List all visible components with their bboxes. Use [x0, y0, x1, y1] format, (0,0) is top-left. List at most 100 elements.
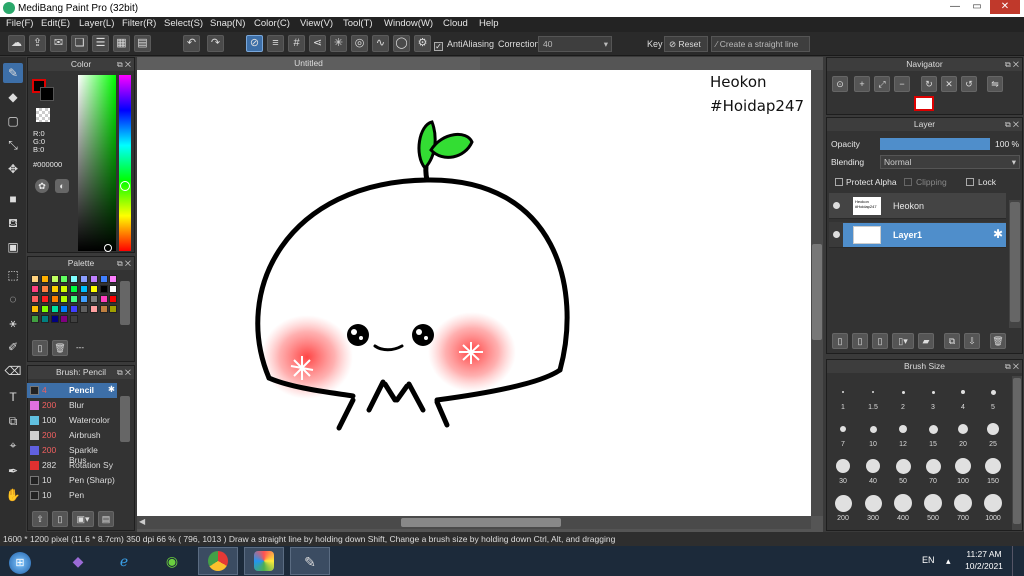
internet-explorer-icon[interactable]: ℯ	[104, 547, 144, 575]
chrome-taskbar-icon[interactable]	[198, 547, 238, 575]
zoom-icon[interactable]: ⊙	[832, 76, 848, 92]
color-picker-handle[interactable]	[104, 244, 112, 252]
palette-swatch[interactable]	[80, 295, 88, 303]
undo-icon[interactable]: ↶	[183, 35, 200, 52]
fill-rect-tool-icon[interactable]: ■	[3, 189, 23, 209]
duplicate-layer-icon[interactable]: ⧉	[944, 333, 960, 349]
brush-size-option[interactable]: 12	[888, 417, 918, 453]
palette-swatch[interactable]	[109, 305, 118, 313]
brush-size-option[interactable]: 150	[978, 454, 1008, 490]
palette-swatch[interactable]	[60, 295, 69, 303]
palette-swatch[interactable]	[50, 295, 59, 303]
brush-size-option[interactable]: 70	[918, 454, 948, 490]
brush-row-pencil[interactable]: 4 Pencil ✱	[27, 383, 117, 398]
layer-list-scrollbar[interactable]	[1009, 200, 1021, 328]
merge-layer-icon[interactable]: ⇩	[964, 333, 980, 349]
saturation-value-picker[interactable]	[78, 75, 116, 251]
brush-size-option[interactable]: 1000	[978, 491, 1008, 527]
layer-row[interactable]: Layer1 ✱	[829, 222, 1006, 248]
new-brush-icon[interactable]: ▯	[52, 511, 68, 527]
hue-slider-handle[interactable]	[120, 181, 130, 191]
clock[interactable]: 11:27 AM 10/2/2021	[962, 548, 1006, 572]
palette-swatch[interactable]	[60, 275, 69, 283]
comment-icon[interactable]: ✉	[50, 35, 67, 52]
flip-icon[interactable]: ⇋	[987, 76, 1003, 92]
palette-swatch[interactable]	[89, 285, 98, 293]
palette-swatch[interactable]	[50, 285, 59, 293]
brush-size-option[interactable]: 30	[828, 454, 858, 490]
palette-swatch[interactable]	[31, 305, 39, 313]
brush-row-sparkle[interactable]: 200 Sparkle Brus	[27, 443, 117, 465]
palette-scrollbar[interactable]	[120, 281, 130, 325]
lock-checkbox[interactable]	[966, 178, 974, 186]
move-tool-icon[interactable]: ✥	[3, 159, 23, 179]
grid-icon[interactable]: ▦	[113, 35, 130, 52]
palette-icon[interactable]: ✿	[35, 179, 49, 193]
brush-row-pen[interactable]: 10 Pen	[27, 488, 117, 503]
palette-swatch[interactable]	[50, 275, 59, 283]
visibility-icon[interactable]	[833, 231, 840, 238]
palette-swatch[interactable]	[50, 305, 59, 313]
brush-size-scrollbar[interactable]	[1012, 376, 1022, 530]
antialiasing-checkbox[interactable]: ✓	[434, 42, 443, 51]
cloud-icon[interactable]: ☁	[8, 35, 25, 52]
menu-select[interactable]: Select(S)	[164, 18, 203, 29]
panel-controls-icon[interactable]: ⧉ ✕	[117, 257, 131, 270]
brush-size-option[interactable]: 400	[888, 491, 918, 527]
brush-list-scrollbar[interactable]	[120, 396, 130, 442]
panel-controls-icon[interactable]: ⧉ ✕	[1005, 58, 1019, 71]
palette-swatch[interactable]	[99, 295, 108, 303]
perspective-snap-icon[interactable]: ⋖	[309, 35, 326, 52]
brush-size-option[interactable]: 7	[828, 417, 858, 453]
radial-snap-icon[interactable]: ✳	[330, 35, 347, 52]
blending-select[interactable]: Normal ▾	[880, 155, 1020, 169]
menu-filter[interactable]: Filter(R)	[122, 18, 156, 29]
brush-size-option[interactable]: 700	[948, 491, 978, 527]
palette-swatch[interactable]	[80, 275, 88, 283]
palette-swatch[interactable]	[89, 275, 98, 283]
brush-size-option[interactable]: 15	[918, 417, 948, 453]
menu-cloud[interactable]: Cloud	[443, 18, 468, 29]
brush-row-blur[interactable]: 200 Blur	[27, 398, 117, 413]
menu-color[interactable]: Color(C)	[254, 18, 290, 29]
canvas-vertical-scrollbar[interactable]	[811, 70, 823, 516]
eraser-tool-icon[interactable]: ◆	[3, 87, 23, 107]
brush-settings-icon[interactable]: ▤	[98, 511, 114, 527]
menu-view[interactable]: View(V)	[300, 18, 333, 29]
hand-tool-icon[interactable]: ✋	[3, 485, 23, 505]
brush-size-option[interactable]: 20	[948, 417, 978, 453]
palette-swatch[interactable]	[60, 305, 69, 313]
curve-snap-icon[interactable]: ∿	[372, 35, 389, 52]
no-snap-icon[interactable]: ⊘	[246, 35, 263, 52]
vertical-scroll-thumb[interactable]	[812, 244, 822, 340]
rectangle-tool-icon[interactable]: ▢	[3, 111, 23, 131]
palette-swatch[interactable]	[109, 275, 118, 283]
panel-controls-icon[interactable]: ⧉ ✕	[1005, 118, 1019, 131]
palette-swatch[interactable]	[50, 315, 59, 323]
document-icon[interactable]: ☰	[92, 35, 109, 52]
menu-help[interactable]: Help	[479, 18, 499, 29]
palette-swatch[interactable]	[40, 315, 49, 323]
palette-swatch[interactable]	[31, 285, 39, 293]
clipping-checkbox[interactable]	[904, 178, 912, 186]
zoom-out-icon[interactable]: −	[894, 76, 910, 92]
palette-swatch[interactable]	[80, 305, 88, 313]
palette-swatch[interactable]	[99, 305, 108, 313]
panel-controls-icon[interactable]: ⧉ ✕	[117, 366, 131, 379]
navigator-thumbnail[interactable]	[914, 96, 934, 111]
brush-menu-icon[interactable]: ▣▾	[72, 511, 94, 527]
palette-swatch[interactable]	[40, 305, 49, 313]
brush-row-watercolor[interactable]: 100 Watercolor	[27, 413, 117, 428]
palette-swatch[interactable]	[109, 285, 118, 293]
brush-size-option[interactable]: 3	[918, 380, 948, 416]
chat-icon[interactable]: ❏	[71, 35, 88, 52]
transparent-color-swatch[interactable]	[36, 108, 50, 122]
minimize-button[interactable]: —	[944, 0, 966, 14]
gradation-tool-icon[interactable]: ▣	[3, 237, 23, 257]
brush-size-option[interactable]: 10	[858, 417, 888, 453]
medibang-taskbar-icon[interactable]	[244, 547, 284, 575]
hue-slider[interactable]	[119, 75, 131, 251]
canvas-horizontal-scrollbar[interactable]: ◀	[137, 516, 811, 529]
menu-edit[interactable]: Edit(E)	[41, 18, 70, 29]
language-indicator[interactable]: EN	[922, 555, 935, 565]
